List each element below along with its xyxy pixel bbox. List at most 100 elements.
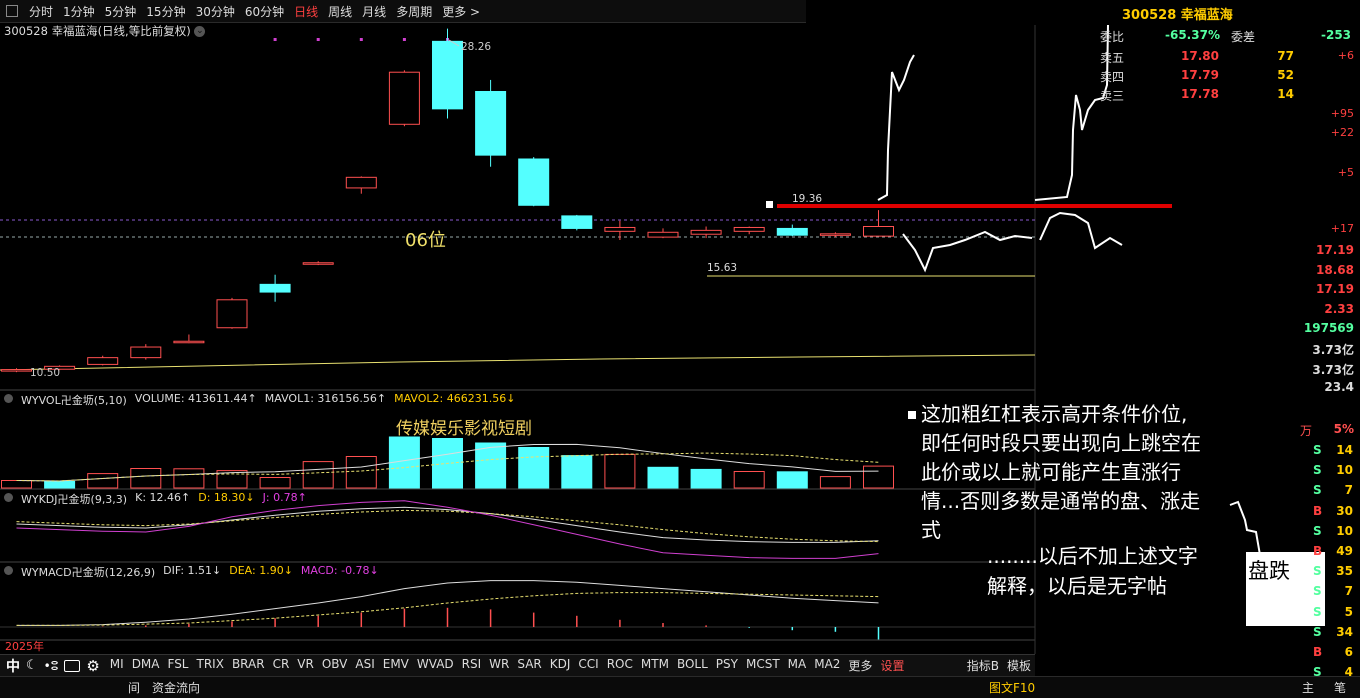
vol-volume: VOLUME: 413611.44↑ — [134, 392, 257, 405]
annotation-line: 情...否则多数是通常的盘、涨走 — [921, 489, 1201, 513]
indicator-tab-boll[interactable]: BOLL — [673, 657, 712, 674]
hand-drawn-curve — [1034, 24, 1109, 201]
tick-side: S — [1313, 624, 1322, 639]
volume-bar — [302, 461, 334, 489]
indicator-tab-emv[interactable]: EMV — [379, 657, 413, 674]
candle-body — [259, 283, 291, 293]
kdj-title: WYKDJ卍金坜(9,3,3) — [21, 493, 128, 506]
tick-row: B 30 — [1300, 504, 1360, 522]
stat-value: 3.73亿 — [1312, 343, 1354, 357]
f10-tab[interactable]: 图文F10 — [989, 679, 1035, 696]
tick-side: S — [1313, 604, 1322, 619]
tab-ticks[interactable]: 笔 — [1334, 679, 1346, 696]
diff-value: -253 — [1321, 28, 1352, 42]
ratio-label: 委比 — [1100, 30, 1125, 44]
tick-volume: 34 — [1336, 624, 1353, 639]
kdj-lines — [16, 500, 879, 559]
indicator-tab-设置[interactable]: 设置 — [876, 657, 908, 674]
candles — [1, 28, 894, 373]
stat-value: 18.68 — [1316, 262, 1354, 277]
settings-dot-icon[interactable] — [4, 394, 13, 403]
kdj-j: J: 0.78↑ — [262, 491, 307, 504]
tab-indicator-b[interactable]: 指标B — [963, 657, 1003, 674]
gear-icon[interactable]: ⚙ — [86, 657, 99, 675]
macd-title: WYMACD卍金坜(12,26,9) — [21, 566, 156, 579]
indicator-tab-mtm[interactable]: MTM — [637, 657, 673, 674]
high-price-label: 28.26 — [461, 41, 491, 53]
chinese-input-icon[interactable]: 中 — [6, 656, 20, 676]
volume-bar — [604, 453, 636, 489]
signal-dots — [273, 38, 449, 41]
indicator-tab-vr[interactable]: VR — [293, 657, 318, 674]
indicator-tab-mi[interactable]: MI — [106, 657, 128, 674]
tick-row: S7 — [1300, 483, 1360, 501]
kdj-k-line — [16, 506, 879, 543]
sector-overlay: 传媒娱乐影视短剧 — [396, 419, 532, 439]
signal-dot — [316, 38, 320, 41]
volume-bar — [647, 466, 679, 489]
settings-dot-icon[interactable] — [4, 566, 13, 575]
indicator-tab-sar[interactable]: SAR — [513, 657, 545, 674]
tick-row: S 10 — [1300, 463, 1360, 481]
vol-label-row: WYVOL卍金坜(5,10) VOLUME: 413611.44↑ MAVOL1… — [4, 392, 515, 408]
volume-bar — [561, 455, 593, 489]
annotation-main: 这加粗红杠表示高开条件价位, 即任何时段只要出现向上跳空在 此价或以上就可能产生… — [908, 400, 1268, 545]
tab-main[interactable]: 主 — [1302, 679, 1314, 696]
volume-bar — [819, 476, 851, 489]
stat-value: 197569 — [1303, 321, 1354, 336]
candle-body — [561, 215, 593, 229]
bottom-tab-left[interactable]: 间 — [128, 679, 140, 696]
indicator-tab-mcst[interactable]: MCST — [742, 657, 784, 674]
order-volume: 77 — [1277, 49, 1294, 63]
kdj-d-line — [16, 509, 879, 543]
vol-mavol1: MAVOL1: 316156.56↑ — [264, 392, 387, 405]
settings-dot-icon[interactable] — [4, 493, 13, 502]
tab-template[interactable]: 模板 — [1003, 657, 1035, 674]
vol-title: WYVOL卍金坜(5,10) — [21, 394, 127, 407]
indicator-tab-obv[interactable]: OBV — [318, 657, 352, 674]
indicator-tab-cci[interactable]: CCI — [574, 657, 602, 674]
indicator-tab-wr[interactable]: WR — [485, 657, 513, 674]
indicator-tab-ma[interactable]: MA — [784, 657, 811, 674]
keyboard-icon[interactable] — [64, 659, 81, 672]
annotation-sub: ........以后不加上述文字 解释，以后是无字帖 — [987, 541, 1198, 601]
indicator-tab-roc[interactable]: ROC — [603, 657, 637, 674]
tick-row: S 34 — [1300, 625, 1360, 643]
indicator-tab-ma2[interactable]: MA2 — [810, 657, 844, 674]
fund-flow-tab[interactable]: 资金流向 — [152, 679, 200, 696]
indicator-tab-kdj[interactable]: KDJ — [546, 657, 575, 674]
tick-side: B — [1313, 544, 1323, 558]
hand-drawn-curve — [902, 230, 1033, 273]
candle-body — [87, 357, 119, 365]
volume-bar — [44, 480, 76, 489]
indicator-tab-brar[interactable]: BRAR — [228, 657, 269, 674]
candle-body — [173, 340, 205, 344]
kdj-d: D: 18.30↓ — [198, 491, 255, 504]
diff-label: 委差 — [1231, 30, 1256, 44]
indicator-tab-cr[interactable]: CR — [269, 657, 294, 674]
indicator-tab-rsi[interactable]: RSI — [458, 657, 486, 674]
signal-dot — [273, 38, 277, 41]
indicator-tab-fsl[interactable]: FSL — [164, 657, 193, 674]
indicator-tab-psy[interactable]: PSY — [712, 657, 742, 674]
candle-body — [604, 226, 636, 232]
order-volume: 14 — [1277, 87, 1294, 101]
tick-side: B — [1313, 503, 1323, 518]
dots-icon[interactable]: •ⵓ — [44, 659, 59, 673]
moon-icon[interactable]: ☾ — [26, 658, 38, 673]
annotation-line: 解释，以后是无字帖 — [987, 574, 1167, 598]
candle-body — [216, 299, 248, 329]
tick-row: S 14 — [1300, 443, 1360, 461]
indicator-tab-dma[interactable]: DMA — [128, 657, 164, 674]
signal-dot — [402, 38, 406, 41]
candle-body — [1, 369, 32, 372]
position-label: 06位 — [405, 230, 446, 251]
indicator-tab-更多[interactable]: 更多 — [844, 657, 876, 674]
volume-bars — [1, 436, 894, 489]
volume-bar — [345, 456, 377, 489]
indicator-tab-trix[interactable]: TRIX — [193, 657, 228, 674]
annotation-line: ........以后不加上述文字 — [987, 544, 1198, 568]
indicator-tab-wvad[interactable]: WVAD — [413, 657, 458, 674]
indicator-tab-asi[interactable]: ASI — [351, 657, 378, 674]
tick-volume: 49 — [1336, 544, 1353, 558]
